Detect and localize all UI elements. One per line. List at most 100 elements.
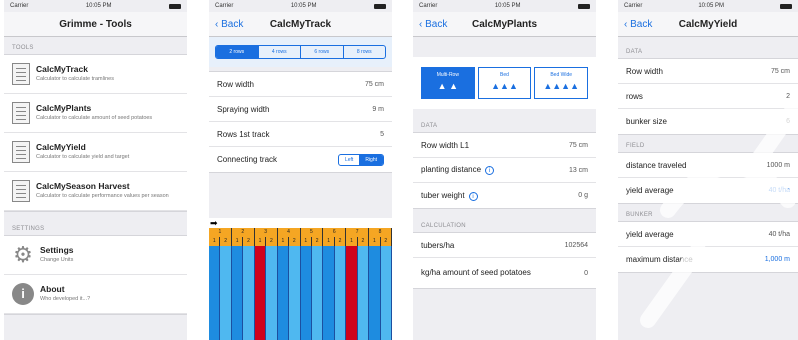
segment-6-rows[interactable]: 6 rows bbox=[301, 46, 344, 58]
page-title: Grimme - Tools bbox=[59, 18, 132, 30]
option-bed-wide[interactable]: Bed Wide ▲▲▲▲ bbox=[534, 67, 589, 99]
back-button[interactable]: ‹ Back bbox=[419, 19, 447, 30]
distance-traveled-row[interactable]: distance traveled 1000 m bbox=[618, 153, 798, 178]
screen-calcmyyield: Carrier 10:05 PM ‹ Back CalcMyYield DATA R… bbox=[618, 0, 798, 340]
section-header-calculation: CALCULATION bbox=[421, 223, 466, 229]
battery-icon bbox=[578, 3, 590, 9]
track-pattern-row: 1212121212121212 bbox=[209, 237, 392, 246]
track-diagram: ➡ 12345678 1212121212121212 bbox=[209, 218, 392, 340]
spraying-width-row[interactable]: Spraying width 9 m bbox=[209, 97, 392, 122]
tuber-weight-row[interactable]: tuber weight i 0 g bbox=[413, 183, 596, 208]
track-bar bbox=[300, 246, 312, 340]
plants-icon: ▲▲▲▲ bbox=[543, 81, 579, 91]
yield-bunker: yield average 40 t/ha maximum distance 1,0… bbox=[618, 221, 798, 273]
planting-distance-row[interactable]: planting distance i 13 cm bbox=[413, 158, 596, 183]
screen-calcmytrack: Carrier 10:05 PM ‹ Back CalcMyTrack 2 rows… bbox=[209, 0, 392, 340]
screen-tools: Carrier 10:05 PM Grimme - Tools TOOLS Cal… bbox=[4, 0, 187, 340]
gear-icon: ⚙ bbox=[13, 242, 33, 267]
track-number-row: 12345678 bbox=[209, 228, 392, 237]
tools-list: CalcMyTrack Calculator to calculate traml… bbox=[4, 54, 187, 212]
track-settings: Row width 75 cm Spraying width 9 m Rows 1s… bbox=[209, 71, 392, 173]
tool-calcmyyield[interactable]: CalcMyYield Calculator to calculate yield… bbox=[4, 133, 187, 172]
plants-calculation: tubers/ha 102564 kg/ha amount of seed pot… bbox=[413, 232, 596, 289]
track-bar bbox=[289, 246, 301, 340]
calculator-icon bbox=[12, 63, 30, 85]
track-bar bbox=[369, 246, 381, 340]
status-bar: Carrier 10:05 PM bbox=[413, 0, 596, 12]
rows-first-track-row[interactable]: Rows 1st track 5 bbox=[209, 122, 392, 147]
yield-field: distance traveled 1000 m yield average 40 … bbox=[618, 152, 798, 204]
nav-bar: ‹ Back CalcMyYield bbox=[618, 12, 798, 37]
track-bar bbox=[209, 246, 221, 340]
settings-list: ⚙ Settings Change Units i About Who develope… bbox=[4, 235, 187, 315]
plants-data: Row width L1 75 cm planting distance i 13 c… bbox=[413, 132, 596, 209]
track-bar bbox=[334, 246, 347, 340]
yield-data: Row width 75 cm rows 2 bunker size 6 bbox=[618, 58, 798, 135]
field-yield-average-row[interactable]: yield average 40 t/ha bbox=[618, 178, 798, 203]
connecting-track-row: Connecting track Left Right bbox=[209, 147, 392, 172]
track-bar bbox=[220, 246, 232, 340]
status-bar: Carrier 10:05 PM bbox=[618, 0, 798, 12]
track-bar bbox=[266, 246, 278, 340]
bunker-size-row[interactable]: bunker size 6 bbox=[618, 109, 798, 134]
info-icon: i bbox=[12, 283, 34, 305]
maximum-distance-row[interactable]: maximum distance 1,000 m bbox=[618, 247, 798, 272]
section-header-tools: TOOLS bbox=[12, 45, 34, 51]
track-bar bbox=[243, 246, 255, 340]
plants-icon: ▲ ▲ bbox=[437, 81, 458, 91]
tool-calcmyplants[interactable]: CalcMyPlants Calculator to calculate amou… bbox=[4, 94, 187, 133]
track-bar bbox=[231, 246, 244, 340]
track-bars bbox=[209, 246, 392, 340]
rows-row[interactable]: rows 2 bbox=[618, 84, 798, 109]
screen-calcmyplants: Carrier 10:05 PM ‹ Back CalcMyPlants Multi… bbox=[413, 0, 596, 340]
track-bar bbox=[277, 246, 290, 340]
seed-amount-row: kg/ha amount of seed potatoes 0 bbox=[421, 268, 588, 278]
left-option[interactable]: Left bbox=[339, 155, 359, 165]
track-bar bbox=[380, 246, 392, 340]
calculator-icon bbox=[12, 141, 30, 163]
back-button[interactable]: ‹ Back bbox=[215, 19, 243, 30]
battery-icon bbox=[780, 3, 792, 9]
status-bar: Carrier 10:05 PM bbox=[4, 0, 187, 12]
plants-icon: ▲▲▲ bbox=[491, 81, 518, 91]
section-header-settings: SETTINGS bbox=[12, 226, 45, 232]
tool-calcmyseason[interactable]: CalcMySeason Harvest Calculator to calcul… bbox=[4, 172, 187, 211]
calculator-icon bbox=[12, 102, 30, 124]
nav-bar: ‹ Back CalcMyTrack bbox=[209, 12, 392, 37]
tubers-per-ha-row: tubers/ha 102564 bbox=[413, 233, 596, 258]
right-option[interactable]: Right bbox=[359, 154, 383, 165]
option-bed[interactable]: Bed ▲▲▲ bbox=[477, 67, 532, 99]
option-multi-row[interactable]: Multi-Row ▲ ▲ bbox=[421, 67, 475, 99]
about-item[interactable]: i About Who developed it...? bbox=[4, 275, 187, 314]
info-icon[interactable]: i bbox=[468, 191, 478, 201]
section-header-data: DATA bbox=[421, 123, 438, 129]
track-bar bbox=[357, 246, 370, 340]
section-header-field: FIELD bbox=[626, 143, 645, 149]
segment-2-rows[interactable]: 2 rows bbox=[216, 46, 259, 58]
track-bar bbox=[346, 246, 358, 340]
row-width-row[interactable]: Row width 75 cm bbox=[209, 72, 392, 97]
track-bar bbox=[311, 246, 324, 340]
status-bar: Carrier 10:05 PM bbox=[209, 0, 392, 12]
section-header-data: DATA bbox=[626, 49, 643, 55]
segment-area: 2 rows 4 rows 6 rows 8 rows bbox=[209, 37, 392, 67]
track-bar bbox=[254, 246, 267, 340]
arrow-right-icon: ➡ bbox=[210, 218, 218, 228]
segment-4-rows[interactable]: 4 rows bbox=[259, 46, 301, 58]
section-header-bunker: BUNKER bbox=[626, 212, 653, 218]
battery-icon bbox=[374, 3, 386, 9]
battery-icon bbox=[169, 3, 181, 9]
calculator-icon bbox=[12, 180, 30, 202]
row-width-row[interactable]: Row width 75 cm bbox=[618, 59, 798, 84]
info-icon[interactable]: i bbox=[485, 166, 495, 175]
nav-bar: Grimme - Tools bbox=[4, 12, 187, 37]
planting-options: Multi-Row ▲ ▲ Bed ▲▲▲ Bed Wide ▲▲▲▲ bbox=[413, 57, 596, 109]
rows-segmented-control: 2 rows 4 rows 6 rows 8 rows bbox=[215, 45, 386, 59]
settings-item[interactable]: ⚙ Settings Change Units bbox=[4, 236, 187, 275]
bunker-yield-average-row[interactable]: yield average 40 t/ha bbox=[618, 222, 798, 247]
row-width-l1-row[interactable]: Row width L1 75 cm bbox=[413, 133, 596, 158]
tool-calcmytrack[interactable]: CalcMyTrack Calculator to calculate traml… bbox=[4, 55, 187, 94]
segment-8-rows[interactable]: 8 rows bbox=[344, 46, 386, 58]
track-bar bbox=[323, 246, 335, 340]
back-button[interactable]: ‹ Back bbox=[624, 19, 652, 30]
